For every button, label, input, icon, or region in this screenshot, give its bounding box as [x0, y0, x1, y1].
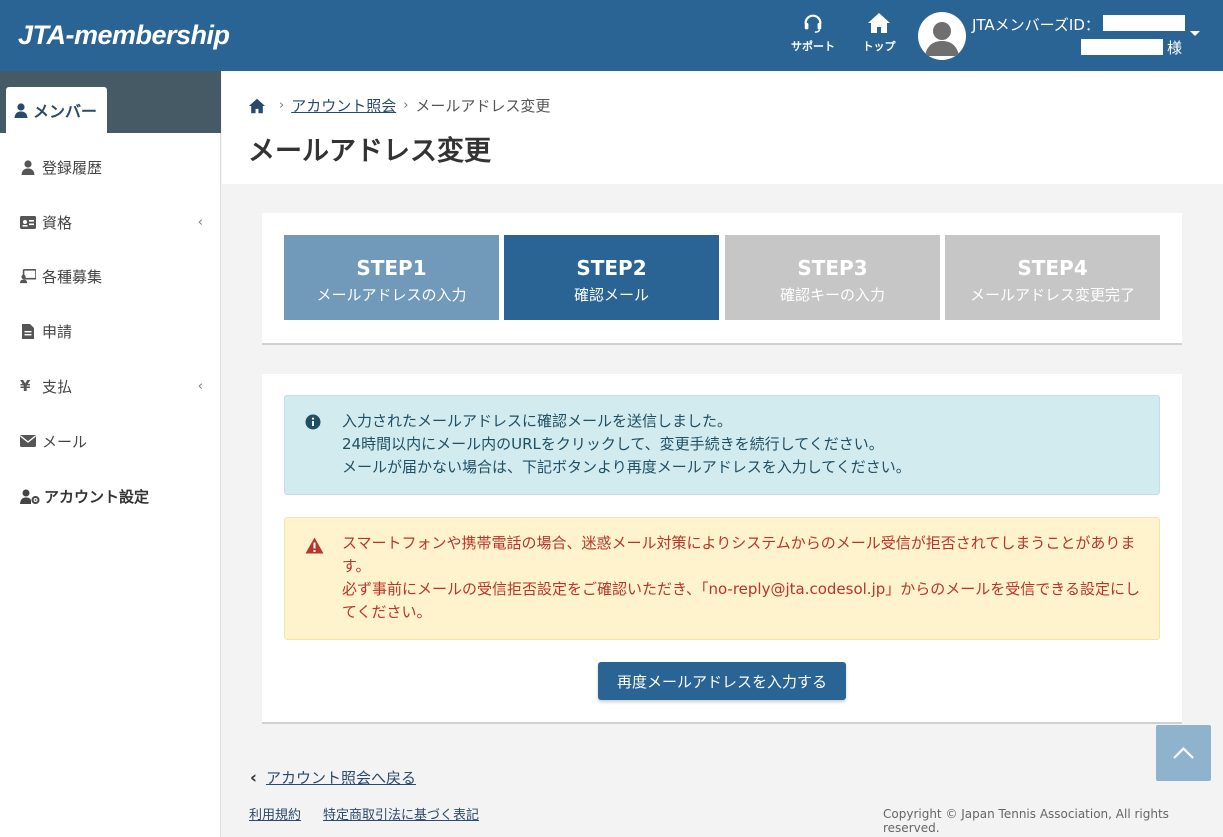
- step-2: STEP2 確認メール: [504, 235, 719, 320]
- chevron-left-icon: ‹: [250, 767, 258, 788]
- warning-line: 必ず事前にメールの受信拒否設定をご確認いただき、「no-reply@jta.co…: [342, 580, 1140, 621]
- id-card-icon: [20, 215, 36, 229]
- sidebar: メンバー 登録履歴 資格 ‹ 各種募集 申請 ¥ 支払 ‹ メール アカウント設…: [0, 71, 221, 837]
- sidebar-item-payment[interactable]: ¥ 支払 ‹: [0, 366, 221, 406]
- info-alert: 入力されたメールアドレスに確認メールを送信しました。 24時間以内にメール内のU…: [284, 395, 1160, 495]
- warning-alert-text: スマートフォンや携帯電話の場合、迷惑メール対策によりシステムからのメール受信が拒…: [342, 532, 1141, 624]
- chevron-up-icon: [1173, 746, 1194, 759]
- step-label: 確認メール: [573, 286, 649, 304]
- sidebar-item-mail[interactable]: メール: [0, 421, 221, 461]
- step-number: STEP2: [576, 256, 647, 280]
- info-line: 入力されたメールアドレスに確認メールを送信しました。: [342, 412, 733, 430]
- warning-triangle-icon: [305, 537, 324, 554]
- user-menu-caret-icon[interactable]: [1190, 31, 1200, 36]
- sidebar-item-label: 登録履歴: [42, 158, 103, 177]
- yen-icon: ¥: [20, 377, 31, 395]
- user-gear-icon: [20, 489, 40, 504]
- member-name-value: [1081, 39, 1163, 55]
- step-number: STEP3: [797, 256, 868, 280]
- step-3: STEP3 確認キーの入力: [725, 235, 940, 320]
- terms-link[interactable]: 利用規約: [249, 804, 301, 823]
- home-icon: [868, 13, 890, 33]
- app-logo[interactable]: JTA-membership: [18, 20, 230, 51]
- warning-alert: スマートフォンや携帯電話の場合、迷惑メール対策によりシステムからのメール受信が拒…: [284, 517, 1160, 640]
- envelope-icon: [20, 435, 36, 447]
- message-card: 入力されたメールアドレスに確認メールを送信しました。 24時間以内にメール内のU…: [262, 374, 1182, 724]
- user-icon: [14, 102, 28, 118]
- home-icon[interactable]: [248, 98, 266, 114]
- step-number: STEP4: [1017, 256, 1088, 280]
- commerce-law-link[interactable]: 特定商取引法に基づく表記: [323, 804, 479, 823]
- chevron-left-icon: ‹: [197, 215, 203, 230]
- info-line: メールが届かない場合は、下記ボタンより再度メールアドレスを入力してください。: [342, 458, 911, 476]
- sidebar-item-label: 資格: [42, 213, 73, 232]
- headset-icon: [804, 14, 822, 33]
- support-button[interactable]: サポート: [785, 12, 841, 54]
- page-title: メールアドレス変更: [248, 136, 491, 167]
- sidebar-item-recruitment[interactable]: 各種募集: [0, 256, 221, 296]
- sidebar-item-qualification[interactable]: 資格 ‹: [0, 202, 221, 242]
- sidebar-item-history[interactable]: 登録履歴: [0, 147, 221, 187]
- scroll-to-top-button[interactable]: [1156, 725, 1211, 781]
- app-header: JTA-membership サポート トップ JTAメンバーズID： 様: [0, 0, 1223, 71]
- top-button[interactable]: トップ: [851, 12, 907, 54]
- step-4: STEP4 メールアドレス変更完了: [945, 235, 1160, 320]
- sidebar-tab-bar: メンバー: [0, 71, 221, 133]
- page-header: › アカウント照会 › メールアドレス変更 メールアドレス変更: [222, 71, 1223, 184]
- breadcrumb-link-account[interactable]: アカウント照会: [291, 95, 396, 116]
- sidebar-item-label: 支払: [42, 377, 73, 396]
- back-to-account-link[interactable]: ‹ アカウント照会へ戻る: [250, 767, 416, 788]
- breadcrumb-current: メールアドレス変更: [415, 97, 551, 115]
- chalkboard-user-icon: [20, 268, 36, 283]
- info-alert-text: 入力されたメールアドレスに確認メールを送信しました。 24時間以内にメール内のU…: [342, 410, 1141, 479]
- step-1: STEP1 メールアドレスの入力: [284, 235, 499, 320]
- sidebar-item-account-settings[interactable]: アカウント設定: [0, 476, 221, 516]
- step-label: メールアドレスの入力: [316, 286, 467, 304]
- info-line: 24時間以内にメール内のURLをクリックして、変更手続きを続行してください。: [342, 435, 884, 453]
- back-link-label: アカウント照会へ戻る: [266, 769, 417, 787]
- info-circle-icon: [305, 414, 321, 430]
- copyright: Copyright © Japan Tennis Association, Al…: [883, 807, 1169, 835]
- member-id-label: JTAメンバーズID：: [972, 16, 1100, 34]
- reenter-email-button[interactable]: 再度メールアドレスを入力する: [598, 662, 846, 700]
- chevron-right-icon: ›: [403, 98, 409, 113]
- sidebar-item-label: メール: [42, 432, 88, 451]
- sidebar-tab-member[interactable]: メンバー: [6, 87, 107, 133]
- honorific: 様: [1167, 39, 1183, 57]
- step-label: 確認キーの入力: [779, 286, 885, 304]
- warning-line: スマートフォンや携帯電話の場合、迷惑メール対策によりシステムからのメール受信が拒…: [342, 534, 1136, 575]
- sidebar-item-label: 申請: [42, 322, 73, 341]
- steps-card: STEP1 メールアドレスの入力 STEP2 確認メール STEP3 確認キーの…: [262, 213, 1182, 345]
- chevron-right-icon: ›: [279, 98, 285, 113]
- sidebar-item-label: アカウント設定: [44, 487, 150, 506]
- chevron-left-icon: ‹: [197, 379, 203, 394]
- sidebar-item-label: 各種募集: [42, 267, 103, 286]
- support-label: サポート: [791, 40, 835, 53]
- member-id-value: [1103, 15, 1185, 31]
- step-label: メールアドレス変更完了: [969, 286, 1135, 304]
- top-label: トップ: [862, 40, 896, 53]
- user-icon: [21, 159, 35, 175]
- sidebar-tab-label: メンバー: [33, 102, 98, 121]
- user-avatar-icon: [925, 22, 959, 56]
- avatar[interactable]: [918, 12, 966, 60]
- breadcrumb: › アカウント照会 › メールアドレス変更: [248, 95, 550, 116]
- step-number: STEP1: [356, 256, 427, 280]
- sidebar-item-application[interactable]: 申請: [0, 311, 221, 351]
- file-icon: [22, 323, 34, 339]
